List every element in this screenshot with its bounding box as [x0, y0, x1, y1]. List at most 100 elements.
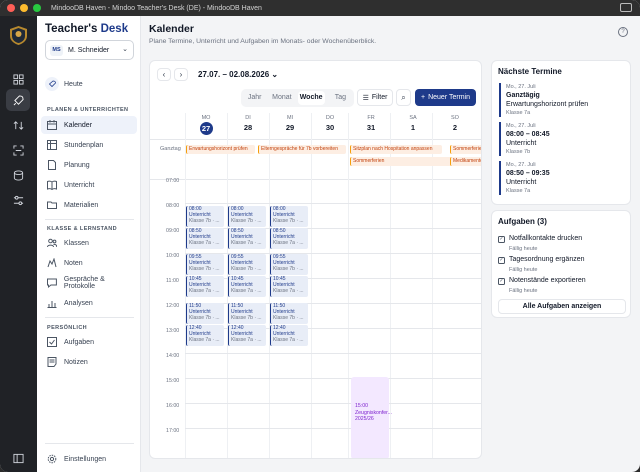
- day-date: 1: [410, 123, 416, 132]
- allday-event[interactable]: Elterngespräche für 7b vorbereiten: [258, 145, 346, 154]
- all-tasks-button[interactable]: Alle Aufgaben anzeigen: [498, 299, 626, 314]
- sidebar-item-label: Stundenplan: [64, 141, 104, 149]
- filter-button[interactable]: ☰ Filter: [357, 89, 393, 106]
- next-week-button[interactable]: ›: [174, 68, 188, 81]
- sidebar-item-gespraeche[interactable]: Gespräche & Protokolle: [41, 274, 137, 292]
- task-item[interactable]: ✓ Tagesordnung ergänzen Fällig heute: [498, 256, 626, 276]
- sidebar-item-label: Unterricht: [64, 181, 95, 189]
- task-checkbox[interactable]: ✓: [498, 257, 505, 264]
- upcoming-item[interactable]: Mo., 27. Juli 08:00 – 08:45 Unterricht K…: [499, 122, 627, 156]
- day-header-mi[interactable]: MI 29: [269, 115, 311, 132]
- sidebar-item-materialien[interactable]: Materialien: [41, 196, 137, 214]
- close-window-button[interactable]: [7, 4, 15, 12]
- day-header-do[interactable]: DO 30: [309, 115, 351, 132]
- upcoming-item[interactable]: Mo., 27. Juli 08:50 – 09:35 Unterricht K…: [499, 161, 627, 195]
- view-woche-tab[interactable]: Woche: [297, 91, 325, 105]
- lesson-event[interactable]: 08:00 Unterricht Klasse 7b · ...: [228, 206, 266, 227]
- rail-launch-button[interactable]: [6, 89, 30, 111]
- search-button[interactable]: ⌕: [396, 89, 411, 106]
- rail-database-button[interactable]: [6, 164, 30, 186]
- view-tag-tab[interactable]: Tag: [327, 91, 354, 105]
- lesson-event[interactable]: 12:40 Unterricht Klasse 7a · ...: [228, 325, 266, 346]
- day-header-sa[interactable]: SA 1: [392, 115, 434, 132]
- sidebar-item-notizen[interactable]: Notizen: [41, 353, 137, 371]
- event-class: Klasse 7b · ...: [189, 315, 220, 321]
- task-item[interactable]: ✓ Notenstände exportieren Fällig heute: [498, 277, 626, 297]
- lesson-event[interactable]: 09:55 Unterricht Klasse 7b · ...: [270, 254, 308, 275]
- rail-sync-button[interactable]: [6, 114, 30, 136]
- lesson-event[interactable]: 09:55 Unterricht Klasse 7b · ...: [228, 254, 266, 275]
- time-label: 17:00: [166, 428, 180, 434]
- view-jahr-tab[interactable]: Jahr: [241, 91, 268, 105]
- rail-toggle-sidebar-button[interactable]: [6, 447, 30, 469]
- allday-event[interactable]: Medikamente: [450, 157, 481, 166]
- sidebar-item-kalender[interactable]: Kalender: [41, 116, 137, 134]
- help-icon[interactable]: ?: [618, 27, 628, 37]
- event-class: Klasse 7a · ...: [231, 337, 262, 343]
- sidebar-item-einstellungen[interactable]: Einstellungen: [41, 450, 137, 468]
- lesson-event[interactable]: 09:55 Unterricht Klasse 7b · ...: [186, 254, 224, 275]
- lesson-event[interactable]: 12:40 Unterricht Klasse 7a · ...: [186, 325, 224, 346]
- sidebar-item-unterricht[interactable]: Unterricht: [41, 176, 137, 194]
- lesson-event[interactable]: 12:40 Unterricht Klasse 7a · ...: [270, 325, 308, 346]
- event-class: Klasse 7b · ...: [273, 315, 304, 321]
- hour-line: [185, 403, 481, 404]
- day-header-fr[interactable]: FR 31: [350, 115, 392, 132]
- chevron-down-icon: ⌄: [122, 46, 128, 53]
- sidebar-item-klassen[interactable]: Klassen: [41, 234, 137, 252]
- task-checkbox[interactable]: ✓: [498, 278, 505, 285]
- chat-icon: [47, 278, 57, 288]
- lesson-event[interactable]: 08:50 Unterricht Klasse 7a · ...: [228, 228, 266, 249]
- task-due: Fällig heute: [509, 288, 538, 294]
- rail-scan-button[interactable]: [6, 139, 30, 161]
- sidebar-item-heute[interactable]: Heute: [41, 75, 137, 93]
- view-monat-tab[interactable]: Monat: [268, 91, 295, 105]
- conference-event[interactable]: 15:00 Zeugniskonfer... 2025/26: [351, 377, 392, 458]
- lesson-event[interactable]: 08:50 Unterricht Klasse 7a · ...: [186, 228, 224, 249]
- lesson-event[interactable]: 11:50 Unterricht Klasse 7b · ...: [270, 303, 308, 324]
- allday-event[interactable]: Erwartungshorizont prüfen: [186, 145, 255, 154]
- sidebar-item-stundenplan[interactable]: Stundenplan: [41, 136, 137, 154]
- date-range-picker[interactable]: 27.07. – 02.08.2026 ⌄: [198, 70, 278, 79]
- sidebar-item-noten[interactable]: Noten: [41, 254, 137, 272]
- lesson-event[interactable]: 10:45 Unterricht Klasse 7a · ...: [270, 276, 308, 297]
- lesson-event[interactable]: 08:00 Unterricht Klasse 7b · ...: [270, 206, 308, 227]
- appt-date: Mo., 27. Juli: [506, 162, 536, 168]
- window-layout-icon[interactable]: [620, 3, 632, 12]
- rail-settings-button[interactable]: [6, 189, 30, 211]
- timetable-icon: [47, 140, 57, 150]
- new-event-button[interactable]: + Neuer Termin: [415, 89, 476, 106]
- day-header-so[interactable]: SO 2: [434, 115, 476, 132]
- day-name: SO: [451, 115, 459, 121]
- divider: [45, 219, 134, 220]
- day-header-di[interactable]: DI 28: [227, 115, 269, 132]
- appt-class: Klasse 7a: [506, 110, 531, 116]
- app-window: MindooDB Haven - Mindoo Teacher's Desk (…: [0, 0, 640, 472]
- appt-title: Unterricht: [506, 140, 537, 147]
- lesson-event[interactable]: 10:45 Unterricht Klasse 7a · ...: [186, 276, 224, 297]
- document-icon: [48, 160, 56, 170]
- task-item[interactable]: ✓ Notfallkontakte drucken Fällig heute: [498, 235, 626, 255]
- allday-event[interactable]: Sommerferien: [450, 145, 481, 154]
- sidebar-item-aufgaben[interactable]: Aufgaben: [41, 333, 137, 351]
- maximize-window-button[interactable]: [33, 4, 41, 12]
- folder-icon: [47, 201, 57, 209]
- allday-event[interactable]: Sitzplan nach Hospitation anpassen: [350, 145, 442, 154]
- lesson-event[interactable]: 10:45 Unterricht Klasse 7a · ...: [228, 276, 266, 297]
- appt-title: Erwartungshorizont prüfen: [506, 101, 589, 108]
- scan-icon: [12, 144, 24, 156]
- rail-dashboard-button[interactable]: [6, 68, 30, 90]
- day-header-mo[interactable]: MO 27: [185, 115, 227, 135]
- task-checkbox[interactable]: ✓: [498, 236, 505, 243]
- lesson-event[interactable]: 11:50 Unterricht Klasse 7b · ...: [228, 303, 266, 324]
- lesson-event[interactable]: 08:00 Unterricht Klasse 7b · ...: [186, 206, 224, 227]
- upcoming-item[interactable]: Mo., 27. Juli Ganztägig Erwartungshorizo…: [499, 83, 627, 117]
- lesson-event[interactable]: 08:50 Unterricht Klasse 7a · ...: [270, 228, 308, 249]
- user-selector[interactable]: MS M. Schneider ⌄: [45, 40, 134, 60]
- sidebar-item-analysen[interactable]: Analysen: [41, 294, 137, 312]
- minimize-window-button[interactable]: [20, 4, 28, 12]
- lesson-event[interactable]: 11:50 Unterricht Klasse 7b · ...: [186, 303, 224, 324]
- sidebar-item-planung[interactable]: Planung: [41, 156, 137, 174]
- grid-icon: [12, 73, 24, 85]
- prev-week-button[interactable]: ‹: [157, 68, 171, 81]
